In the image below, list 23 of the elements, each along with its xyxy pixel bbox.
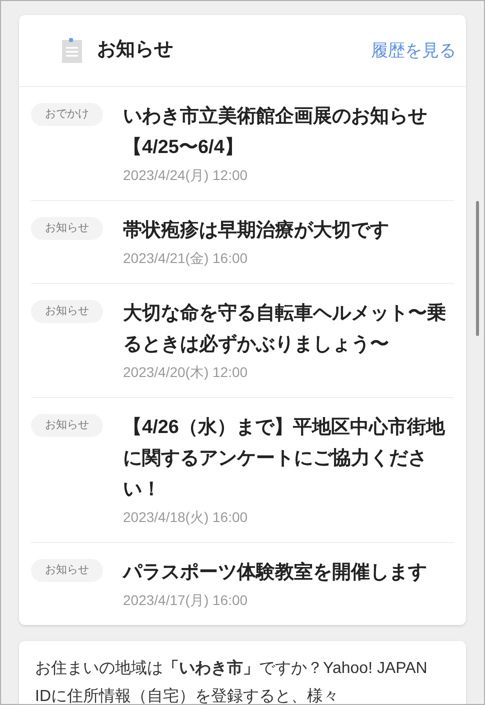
notice-item[interactable]: おでかけ いわき市立美術館企画展のお知らせ【4/25〜6/4】 2023/4/24(月) 12:00	[31, 87, 454, 201]
notice-date: 2023/4/17(月) 16:00	[123, 591, 249, 610]
clipboard-icon	[61, 38, 83, 64]
notice-date: 2023/4/18(火) 16:00	[123, 508, 249, 527]
notice-item[interactable]: お知らせ 【4/26（水）まで】平地区中心市街地に関するアンケートにご協力ください！ 2023/4/18(火) 16:00	[31, 398, 454, 543]
notice-title: 帯状疱疹は早期治療が大切です	[123, 218, 390, 243]
notice-title: 【4/26（水）まで】平地区中心市街地に関するアンケートにご協力ください！	[123, 416, 446, 502]
notice-title: パラスポーツ体験教室を開催します	[123, 560, 428, 585]
region-message: お住まいの地域は「いわき市」ですか？Yahoo! JAPAN IDに住所情報（自宅）を登録すると、様々	[35, 658, 428, 704]
category-tag: お知らせ	[31, 414, 103, 436]
notice-date: 2023/4/20(木) 12:00	[123, 363, 249, 382]
notice-title: いわき市立美術館企画展のお知らせ【4/25〜6/4】	[123, 104, 428, 160]
notice-date: 2023/4/21(金) 16:00	[123, 249, 249, 268]
notice-title: 大切な命を守る自転車ヘルメット〜乗るときは必ずかぶりましょう〜	[123, 302, 447, 357]
section-title: お知らせ	[97, 38, 173, 62]
category-tag: お知らせ	[31, 217, 103, 240]
notice-item[interactable]: お知らせ 帯状疱疹は早期治療が大切です 2023/4/21(金) 16:00	[31, 201, 454, 284]
notice-item[interactable]: お知らせ パラスポーツ体験教室を開催します 2023/4/17(月) 16:00	[31, 543, 454, 625]
category-tag: お知らせ	[31, 559, 103, 582]
category-tag: お知らせ	[31, 300, 103, 322]
notice-date: 2023/4/24(月) 12:00	[123, 166, 249, 185]
category-tag: おでかけ	[31, 103, 103, 126]
notice-item[interactable]: お知らせ 大切な命を守る自転車ヘルメット〜乗るときは必ずかぶりましょう〜 2023/4/20(木) 12:00	[31, 284, 454, 398]
